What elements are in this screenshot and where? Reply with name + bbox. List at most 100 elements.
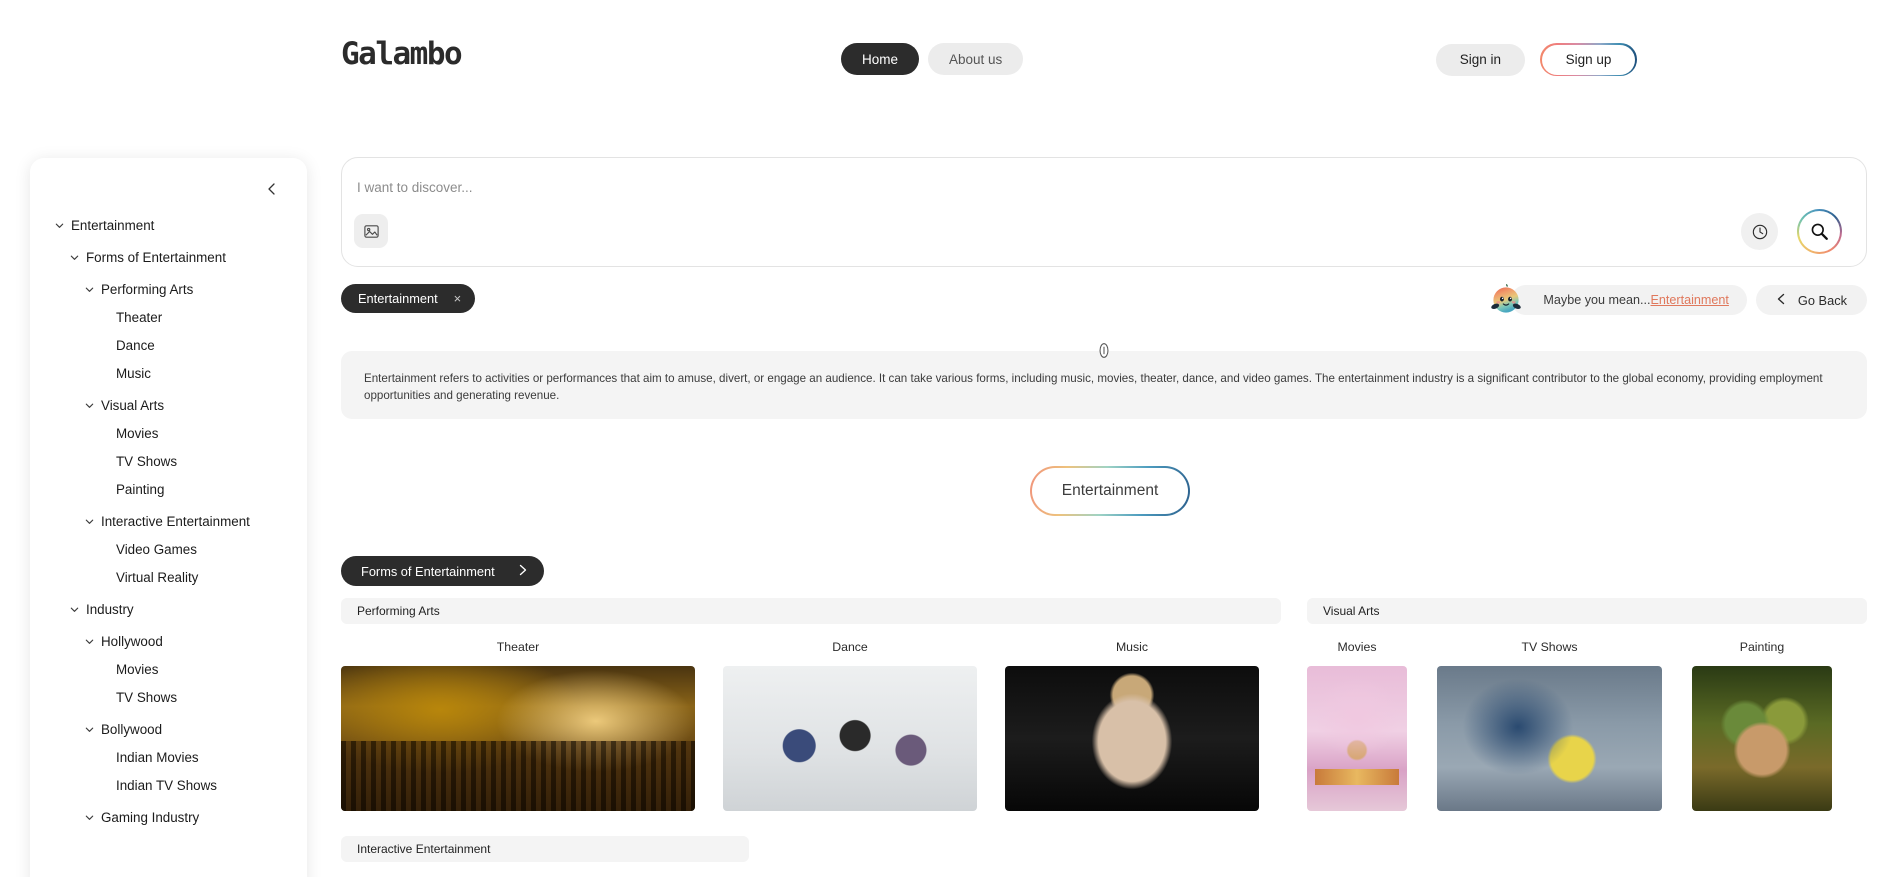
- card-label: Music: [1115, 640, 1149, 654]
- tree-item-performing-arts[interactable]: Performing Arts: [30, 280, 307, 299]
- tree-item-indian-tv-shows[interactable]: Indian TV Shows: [30, 776, 307, 795]
- tree-item-label: Video Games: [116, 542, 197, 557]
- tree-item-hollywood[interactable]: Hollywood: [30, 632, 307, 651]
- tree-item-industry[interactable]: Industry: [30, 600, 307, 619]
- category-pill-label: Forms of Entertainment: [361, 563, 495, 579]
- sign-up-label: Sign up: [1541, 44, 1636, 75]
- nav-item-home[interactable]: Home: [841, 43, 920, 75]
- tree-item-label: Virtual Reality: [116, 570, 199, 585]
- image-icon[interactable]: [354, 214, 388, 248]
- tree-item-forms-of-entertainment[interactable]: Forms of Entertainment: [30, 248, 307, 267]
- active-filter-chips: Entertainment ×: [341, 284, 476, 313]
- description-panel: Entertainment refers to activities or pe…: [341, 343, 1867, 419]
- chip-label: Entertainment: [358, 291, 438, 306]
- tree-item-music[interactable]: Music: [30, 364, 307, 383]
- chevron-right-icon: [517, 564, 528, 579]
- app-root: Galambo Home About us Sign in Sign up En…: [0, 0, 1897, 877]
- tree-item-label: Performing Arts: [101, 282, 194, 297]
- card-dance[interactable]: Dance: [723, 640, 977, 811]
- search-button[interactable]: [1797, 209, 1842, 254]
- close-icon[interactable]: ×: [454, 291, 462, 306]
- tree-item-label: Forms of Entertainment: [86, 250, 226, 265]
- chevron-down-icon[interactable]: [67, 604, 81, 615]
- chevron-down-icon[interactable]: [82, 400, 96, 411]
- movie-poster-pink-image[interactable]: [1307, 666, 1407, 811]
- clock-icon[interactable]: [1741, 213, 1778, 250]
- search-input[interactable]: I want to discover...: [357, 180, 473, 195]
- tree-item-entertainment[interactable]: Entertainment: [30, 216, 307, 235]
- focus-node-entertainment[interactable]: Entertainment: [1030, 466, 1190, 516]
- focus-node-label: Entertainment: [1032, 468, 1188, 514]
- tree-item-label: TV Shows: [116, 454, 178, 469]
- tree-item-label: Movies: [116, 662, 159, 677]
- group-title: Performing Arts: [341, 598, 1281, 624]
- info-icon[interactable]: [1096, 342, 1113, 359]
- card-music[interactable]: Music: [1005, 640, 1259, 811]
- go-back-button[interactable]: Go Back: [1755, 285, 1867, 315]
- card-theater[interactable]: Theater: [341, 640, 695, 811]
- tree-item-bollywood[interactable]: Bollywood: [30, 720, 307, 739]
- site-logo[interactable]: Galambo: [341, 36, 463, 72]
- tree-item-tv-shows[interactable]: TV Shows: [30, 452, 307, 471]
- group-card-list: Movies TV Shows Painting: [1307, 640, 1867, 811]
- card-painting[interactable]: Painting: [1692, 640, 1832, 811]
- tree-item-painting[interactable]: Painting: [30, 480, 307, 499]
- chevron-down-icon[interactable]: [82, 516, 96, 527]
- chevron-down-icon[interactable]: [67, 252, 81, 263]
- sign-in-button[interactable]: Sign in: [1435, 43, 1526, 76]
- tree-item-theater[interactable]: Theater: [30, 308, 307, 327]
- main-nav: Home About us: [841, 43, 1024, 75]
- group-title: Interactive Entertainment: [341, 836, 749, 862]
- tree-item-label: Music: [116, 366, 151, 381]
- category-pill-forms-of-entertainment[interactable]: Forms of Entertainment: [341, 556, 544, 586]
- chevron-down-icon[interactable]: [82, 724, 96, 735]
- tree-item-dance[interactable]: Dance: [30, 336, 307, 355]
- chevron-down-icon[interactable]: [82, 284, 96, 295]
- singer-on-stage-image[interactable]: [1005, 666, 1259, 811]
- dancers-in-studio-image[interactable]: [723, 666, 977, 811]
- tree-item-label: Interactive Entertainment: [101, 514, 250, 529]
- tree-item-label: Indian Movies: [116, 750, 199, 765]
- card-label: Movies: [1337, 640, 1377, 654]
- card-label: Painting: [1739, 640, 1785, 654]
- tree-item-label: TV Shows: [116, 690, 178, 705]
- sidebar-collapse-chevron-left-icon[interactable]: [263, 180, 281, 198]
- category-sidebar: Entertainment Forms of Entertainment Perfo…: [30, 158, 307, 877]
- magnifier-icon: [1799, 211, 1840, 252]
- tree-item-interactive-entertainment[interactable]: Interactive Entertainment: [30, 512, 307, 531]
- filter-chip-entertainment[interactable]: Entertainment ×: [341, 284, 476, 313]
- tree-item-gaming-industry[interactable]: Gaming Industry: [30, 808, 307, 827]
- mascot-avatar: [1491, 284, 1522, 313]
- tree-item-virtual-reality[interactable]: Virtual Reality: [30, 568, 307, 587]
- theater-auditorium-crowd-image[interactable]: [341, 666, 695, 811]
- chevron-down-icon[interactable]: [82, 636, 96, 647]
- category-tree: Entertainment Forms of Entertainment Perfo…: [30, 216, 307, 827]
- card-label: TV Shows: [1521, 640, 1578, 654]
- nav-item-about-us[interactable]: About us: [928, 43, 1024, 75]
- tree-item-visual-arts[interactable]: Visual Arts: [30, 396, 307, 415]
- chevron-down-icon[interactable]: [52, 220, 66, 231]
- arcimboldo-style-portrait-image[interactable]: [1692, 666, 1832, 811]
- suggestion-bar: Maybe you mean... Entertainment Go Back: [1488, 282, 1867, 318]
- tv-show-scene-image[interactable]: [1437, 666, 1662, 811]
- card-movies[interactable]: Movies: [1307, 640, 1407, 811]
- tree-item-movies[interactable]: Movies: [30, 660, 307, 679]
- tree-item-label: Bollywood: [101, 722, 163, 737]
- tree-item-tv-shows[interactable]: TV Shows: [30, 688, 307, 707]
- tree-item-label: Dance: [116, 338, 155, 353]
- group-title: Visual Arts: [1307, 598, 1867, 624]
- tree-item-video-games[interactable]: Video Games: [30, 540, 307, 559]
- search-panel: I want to discover...: [341, 157, 1867, 267]
- tree-item-label: Indian TV Shows: [116, 778, 217, 793]
- tree-item-movies[interactable]: Movies: [30, 424, 307, 443]
- tree-item-label: Movies: [116, 426, 159, 441]
- tree-item-label: Visual Arts: [101, 398, 165, 413]
- sign-up-button[interactable]: Sign up: [1540, 43, 1637, 77]
- tree-item-label: Industry: [86, 602, 134, 617]
- chevron-down-icon[interactable]: [82, 812, 96, 823]
- top-header: Galambo Home About us Sign in Sign up: [0, 0, 1897, 110]
- suggestion-link[interactable]: Entertainment: [1651, 293, 1729, 307]
- go-back-label: Go Back: [1797, 292, 1847, 308]
- card-tv-shows[interactable]: TV Shows: [1437, 640, 1662, 811]
- tree-item-indian-movies[interactable]: Indian Movies: [30, 748, 307, 767]
